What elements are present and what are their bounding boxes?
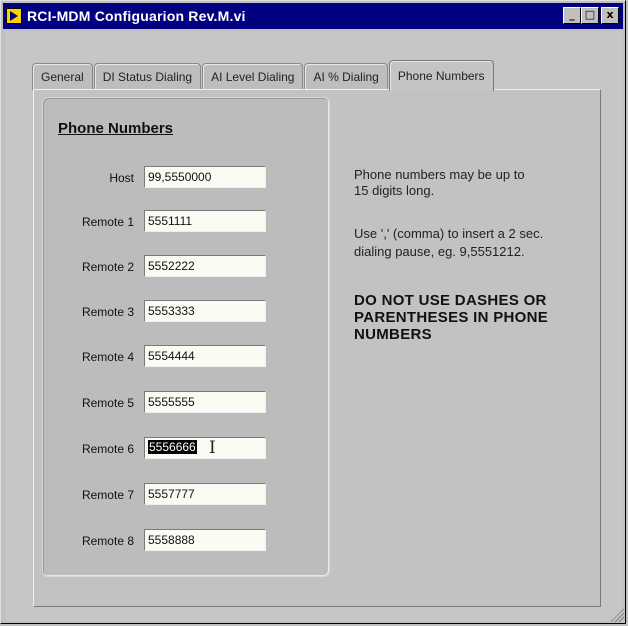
remote-5-label: Remote 5 xyxy=(81,396,134,410)
warning-text: DO NOT USE DASHES OR PARENTHESES IN PHON… xyxy=(354,292,604,343)
close-button[interactable]: x xyxy=(601,7,619,24)
minimize-button[interactable]: _ xyxy=(563,7,581,24)
window-controls: _ □ x xyxy=(563,7,619,24)
remote-4-label: Remote 4 xyxy=(81,350,134,364)
remote-3-label: Remote 3 xyxy=(81,305,134,319)
info-line-1: Phone numbers may be up to xyxy=(354,167,525,182)
tab-ai-percent-dialing[interactable]: AI % Dialing xyxy=(304,63,388,90)
tab-ai-level-dialing[interactable]: AI Level Dialing xyxy=(202,63,304,90)
tab-general[interactable]: General xyxy=(32,63,93,90)
remote-8-label: Remote 8 xyxy=(81,534,134,548)
remote-3-field[interactable] xyxy=(144,300,266,322)
remote-6-field[interactable]: 5556666 xyxy=(144,437,266,459)
remote-1-field[interactable] xyxy=(144,210,266,232)
remote-4-field[interactable] xyxy=(144,345,266,367)
info-line-2: 15 digits long. xyxy=(354,183,435,198)
remote-5-field[interactable] xyxy=(144,391,266,413)
group-title: Phone Numbers xyxy=(58,120,174,137)
remote-2-field[interactable] xyxy=(144,255,266,277)
text-cursor-icon: I xyxy=(209,438,216,458)
warning-line-1: DO NOT USE DASHES OR xyxy=(354,292,547,309)
host-label: Host xyxy=(109,171,134,185)
remote-6-label: Remote 6 xyxy=(81,442,134,456)
maximize-button[interactable]: □ xyxy=(581,7,599,24)
remote-2-label: Remote 2 xyxy=(81,260,134,274)
window-title: RCI-MDM Configuarion Rev.M.vi xyxy=(27,8,246,24)
warning-line-2: PARENTHESES IN PHONE xyxy=(354,309,549,326)
warning-line-3: NUMBERS xyxy=(354,326,432,343)
remote-7-field[interactable] xyxy=(144,483,266,505)
resize-grip-icon[interactable] xyxy=(610,608,624,622)
labview-vi-icon xyxy=(6,8,22,24)
tab-strip: General DI Status Dialing AI Level Diali… xyxy=(32,60,495,91)
title-bar[interactable]: RCI-MDM Configuarion Rev.M.vi _ □ x xyxy=(3,3,623,29)
host-field[interactable] xyxy=(144,166,266,188)
remote-7-label: Remote 7 xyxy=(81,488,134,502)
remote-8-field[interactable] xyxy=(144,529,266,551)
info-line-3: Use ',' (comma) to insert a 2 sec. xyxy=(354,226,544,241)
selected-text: 5556666 xyxy=(148,440,197,454)
tab-phone-numbers[interactable]: Phone Numbers xyxy=(388,60,494,91)
tab-di-status-dialing[interactable]: DI Status Dialing xyxy=(93,63,202,90)
remote-1-label: Remote 1 xyxy=(81,215,134,229)
info-line-4: dialing pause, eg. 9,5551212. xyxy=(354,244,525,259)
